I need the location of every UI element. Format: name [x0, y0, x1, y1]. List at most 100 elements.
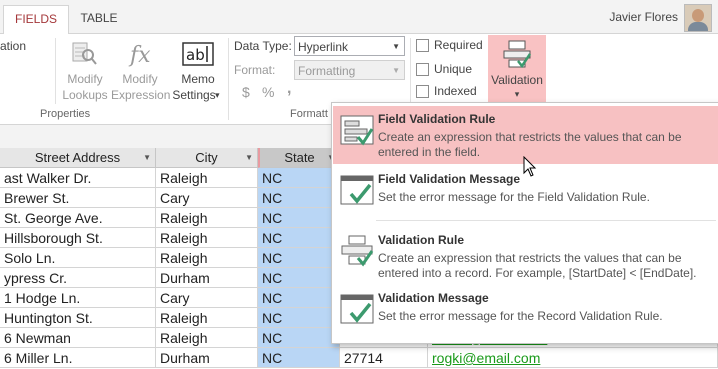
data-type-value: Hyperlink [298, 40, 349, 54]
mouse-cursor-icon [523, 156, 537, 177]
menu-item-validation-rule[interactable]: Validation Rule Create an expression tha… [333, 227, 718, 285]
menu-item-validation-message[interactable]: Validation Message Set the error message… [333, 285, 718, 343]
formatting-group-label: Formatt [290, 108, 328, 120]
memo-text-icon: ab [182, 42, 214, 66]
table-cell-city[interactable]: Cary [156, 188, 258, 208]
table-cell-state[interactable]: NC [258, 188, 340, 208]
table-cell-city[interactable]: Raleigh [156, 308, 258, 328]
percent-format-icon[interactable]: % [262, 84, 274, 100]
table-cell-street[interactable]: St. George Ave. [0, 208, 156, 228]
validation-label: Validation [491, 73, 543, 87]
data-type-select[interactable]: Hyperlink ▼ [294, 36, 405, 56]
menu-item-title: Field Validation Message [378, 172, 521, 186]
column-header-label: Street Address [34, 150, 121, 165]
table-cell-street[interactable]: Brewer St. [0, 188, 156, 208]
properties-group-label: Properties [40, 108, 91, 120]
chevron-down-icon[interactable]: ▼ [245, 148, 253, 167]
table-cell-state[interactable]: NC [258, 208, 340, 228]
validation-icon [503, 40, 531, 68]
table-cell-state[interactable]: NC [258, 248, 340, 268]
menu-item-title: Field Validation Rule [378, 112, 496, 126]
tab-table[interactable]: TABLE [70, 5, 128, 33]
menu-item-title: Validation Rule [378, 233, 465, 247]
comma-format-icon[interactable]: , [287, 80, 291, 98]
format-label: Format: [234, 63, 276, 77]
table-cell-city[interactable]: Raleigh [156, 328, 258, 348]
table-cell-email[interactable]: rogki@email.com [428, 348, 718, 368]
validation-rule-icon [341, 235, 374, 267]
chevron-down-icon: ▼ [392, 66, 400, 75]
table-cell-city[interactable]: Raleigh [156, 168, 258, 188]
table-cell-street[interactable]: Hillsborough St. [0, 228, 156, 248]
modify-expression-label-2: Expression [111, 88, 171, 102]
table-cell-city[interactable]: Cary [156, 288, 258, 308]
table-cell-street[interactable]: 6 Newman [0, 328, 156, 348]
unique-label: Unique [434, 62, 473, 76]
table-cell-zip[interactable]: 27714 [340, 348, 428, 368]
menu-item-description: Create an expression that restricts the … [378, 130, 682, 159]
menu-item-description: Set the error message for the Field Vali… [378, 190, 650, 204]
menu-item-title: Validation Message [378, 291, 489, 305]
chevron-down-icon: ▼ [392, 42, 400, 51]
table-cell-city[interactable]: Raleigh [156, 208, 258, 228]
table-cell-street[interactable]: Solo Ln. [0, 248, 156, 268]
menu-separator [376, 220, 716, 221]
table-cell-street[interactable]: Huntington St. [0, 308, 156, 328]
validation-button[interactable]: Validation ▾ [488, 35, 546, 103]
table-cell-street[interactable]: 6 Miller Ln. [0, 348, 156, 368]
table-cell-city[interactable]: Raleigh [156, 228, 258, 248]
table-cell-street[interactable]: ypress Cr. [0, 268, 156, 288]
modify-lookups-label-1: Modify [67, 72, 103, 86]
column-header-label: State [284, 150, 315, 165]
format-value: Formatting [298, 64, 356, 78]
currency-format-icon[interactable]: $ [242, 84, 250, 100]
svg-text:fx: fx [128, 43, 151, 68]
column-header-city[interactable]: City ▼ [156, 148, 258, 168]
chevron-down-icon: ▾ [514, 89, 520, 99]
table-cell-city[interactable]: Durham [156, 268, 258, 288]
memo-settings-button[interactable]: ab Memo Settings ▾ [170, 36, 226, 102]
column-header-street[interactable]: Street Address ▼ [0, 148, 156, 168]
partial-button-label: ation [0, 39, 27, 53]
table-cell-state[interactable]: NC [258, 328, 340, 348]
memo-settings-label-1: Memo [181, 72, 215, 86]
menu-item-description: Set the error message for the Record Val… [378, 309, 663, 323]
table-cell-state[interactable]: NC [258, 228, 340, 248]
modify-lookups-label-2: Lookups [62, 88, 108, 102]
column-header-label: City [195, 150, 218, 165]
table-cell-city[interactable]: Raleigh [156, 248, 258, 268]
user-name[interactable]: Javier Flores [609, 10, 678, 24]
function-icon: fx [128, 43, 151, 68]
group-divider [410, 38, 411, 104]
chevron-down-icon[interactable]: ▼ [143, 148, 151, 167]
group-divider [228, 38, 229, 120]
table-cell-state[interactable]: NC [258, 348, 340, 368]
required-label: Required [434, 38, 483, 52]
field-validation-rule-icon [340, 115, 374, 146]
modify-expression-button[interactable]: fx Modify Expression [111, 36, 171, 102]
table-cell-street[interactable]: ast Walker Dr. [0, 168, 156, 188]
unique-checkbox[interactable] [416, 63, 429, 76]
required-checkbox[interactable] [416, 39, 429, 52]
table-cell-state[interactable]: NC [258, 288, 340, 308]
modify-lookups-button[interactable]: Modify Lookups [60, 36, 110, 102]
table-cell-city[interactable]: Durham [156, 348, 258, 368]
format-select[interactable]: Formatting ▼ [294, 60, 405, 80]
tab-fields[interactable]: FIELDS [3, 5, 69, 34]
table-cell-state[interactable]: NC [258, 308, 340, 328]
modify-expression-label-1: Modify [122, 72, 158, 86]
group-divider [55, 38, 56, 104]
field-validation-message-icon [340, 175, 374, 205]
table-cell-state[interactable]: NC [258, 268, 340, 288]
avatar[interactable] [684, 4, 712, 32]
table-cell-street[interactable]: 1 Hodge Ln. [0, 288, 156, 308]
chevron-down-icon: ▾ [215, 90, 220, 100]
column-header-state[interactable]: State▼ [258, 148, 340, 168]
validation-menu: Field Validation Rule Create an expressi… [331, 102, 718, 344]
menu-item-description: Create an expression that restricts the … [378, 251, 697, 280]
table-cell-state[interactable]: NC [258, 168, 340, 188]
lookup-icon [72, 42, 97, 65]
indexed-checkbox[interactable] [416, 85, 429, 98]
data-type-label: Data Type: [234, 39, 292, 53]
validation-message-icon [340, 294, 374, 324]
